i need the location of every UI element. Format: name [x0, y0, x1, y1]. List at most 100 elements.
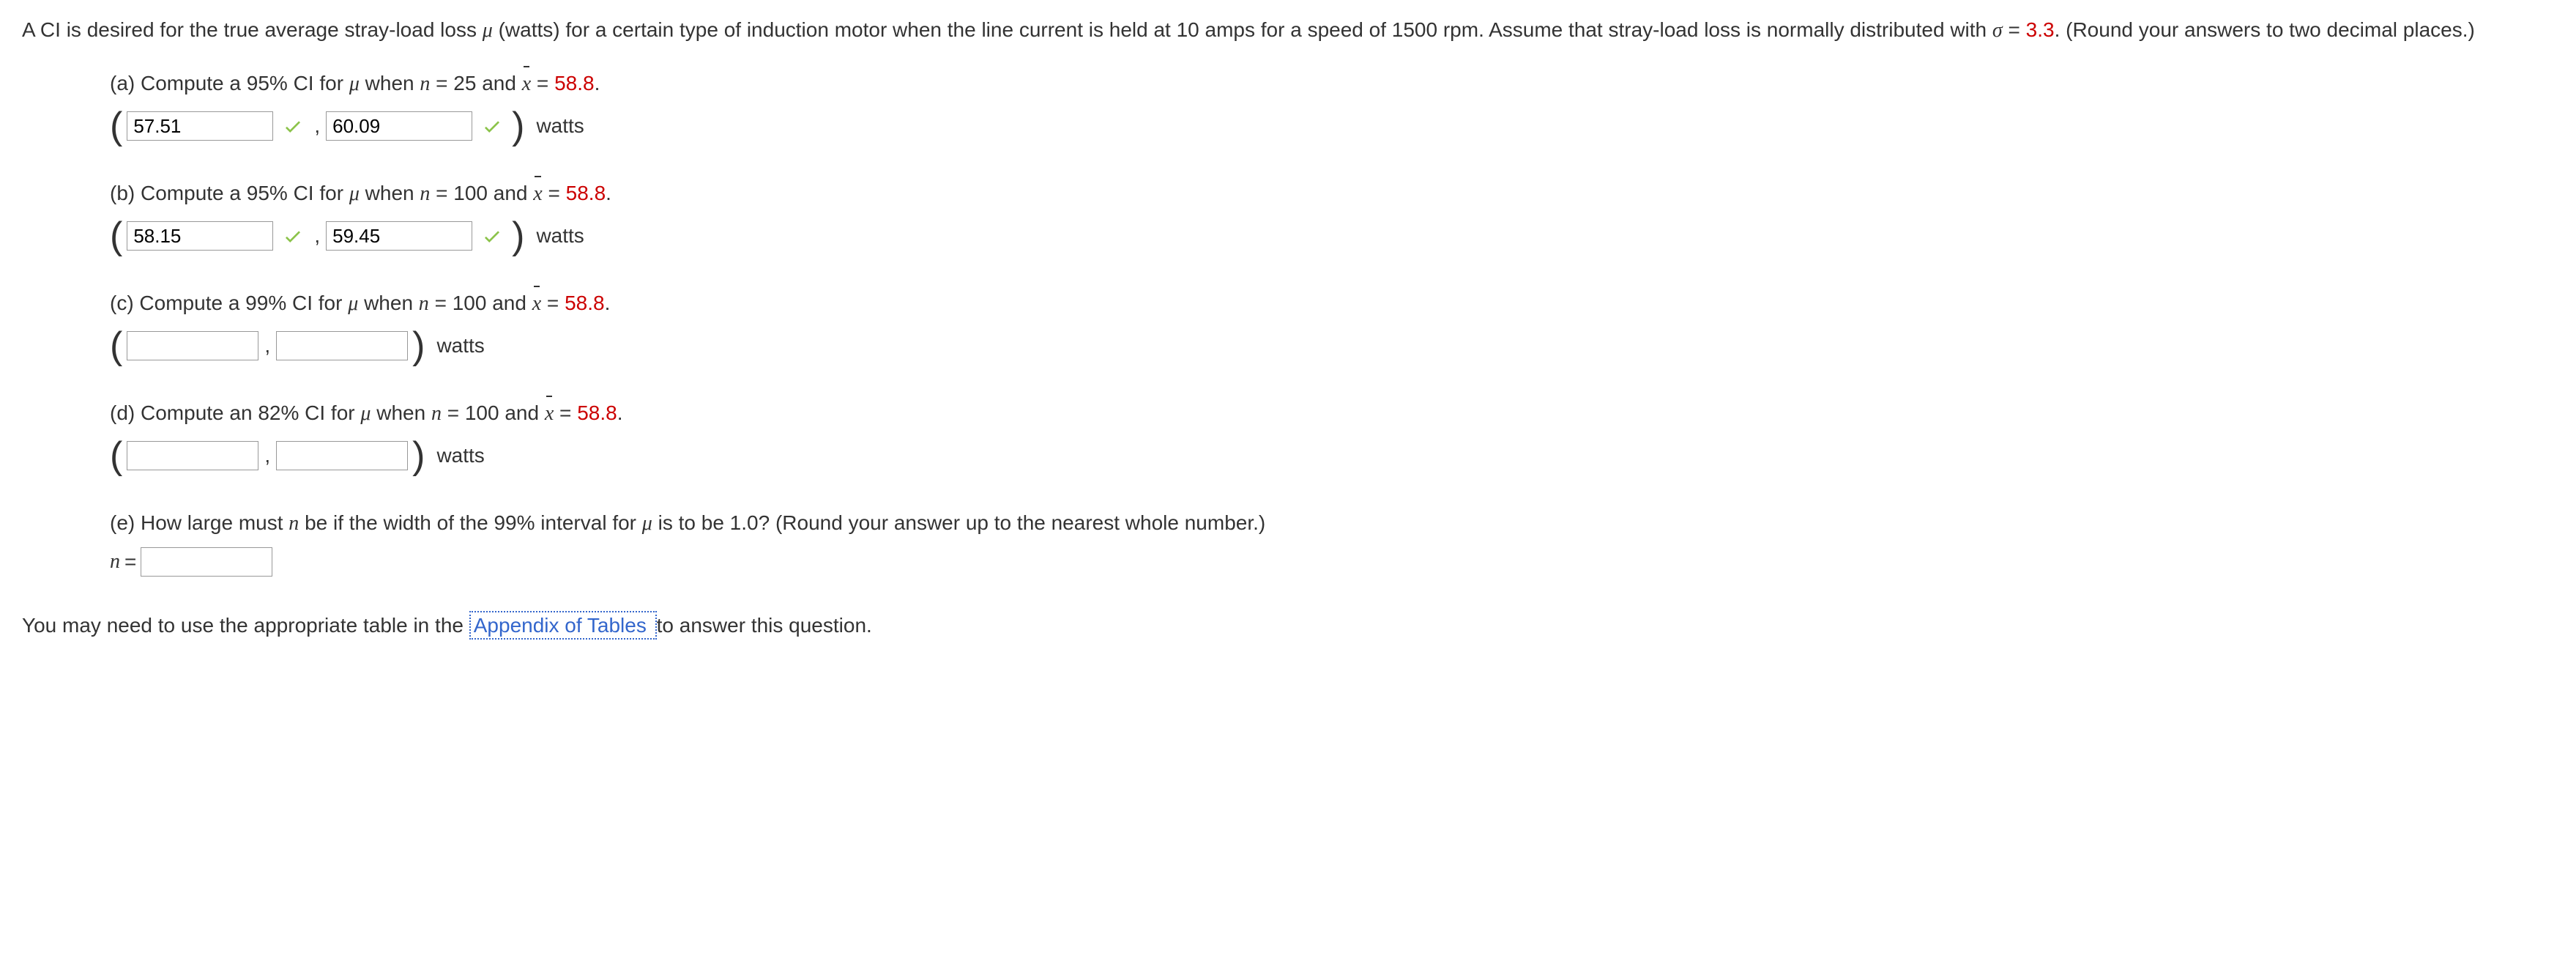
part-e: (e) How large must n be if the width of …	[110, 508, 2554, 577]
unit-c: watts	[436, 330, 484, 361]
part-c-upper-input[interactable]	[276, 331, 408, 360]
xbar-a: x	[522, 69, 531, 100]
part-d: (d) Compute an 82% CI for μ when n = 100…	[110, 398, 2554, 475]
left-paren-d: (	[110, 437, 122, 475]
check-icon	[481, 115, 503, 137]
part-e-rest: be if the width of the 99% interval for	[299, 511, 641, 534]
part-d-answer: ( , ) watts	[110, 437, 2554, 475]
part-e-answer: n =	[110, 547, 2554, 577]
left-paren-b: (	[110, 217, 122, 255]
period-a: .	[595, 72, 600, 95]
part-e-input[interactable]	[141, 547, 272, 577]
part-e-prompt: (e) How large must n be if the width of …	[110, 508, 2554, 539]
right-paren-d: )	[412, 437, 425, 475]
part-a-label: (a) Compute a 95% CI for	[110, 72, 349, 95]
x-val-b: 58.8	[566, 182, 606, 204]
xbar-c: x	[532, 289, 541, 319]
n-var-c: n	[419, 292, 429, 315]
sigma-value: 3.3	[2026, 18, 2055, 41]
part-b-label: (b) Compute a 95% CI for	[110, 182, 349, 204]
unit-a: watts	[536, 111, 584, 141]
unit-b: watts	[536, 221, 584, 251]
part-c-prompt: (c) Compute a 99% CI for μ when n = 100 …	[110, 288, 2554, 319]
period-d: .	[617, 401, 623, 424]
left-paren-a: (	[110, 107, 122, 145]
part-b-upper-input[interactable]	[326, 221, 472, 251]
n-var-e: n	[289, 512, 299, 535]
footer-note: You may need to use the appropriate tabl…	[22, 610, 2554, 641]
part-a-lower-input[interactable]	[127, 111, 273, 141]
part-c: (c) Compute a 99% CI for μ when n = 100 …	[110, 288, 2554, 365]
part-b-lower-input[interactable]	[127, 221, 273, 251]
n-var-d: n	[431, 402, 442, 425]
n-eq-a: = 25 and	[430, 72, 521, 95]
part-a-upper-input[interactable]	[326, 111, 472, 141]
part-b-answer: ( , ) watts	[110, 217, 2554, 255]
x-val-d: 58.8	[577, 401, 617, 424]
x-eq-a: =	[531, 72, 554, 95]
part-e-label: (e) How large must	[110, 511, 289, 534]
part-d-when: when	[371, 401, 431, 424]
intro-eq: =	[2003, 18, 2026, 41]
part-e-rest2: is to be 1.0? (Round your answer up to t…	[652, 511, 1265, 534]
part-c-answer: ( , ) watts	[110, 327, 2554, 365]
intro-text-1: A CI is desired for the true average str…	[22, 18, 483, 41]
mu-symbol-b: μ	[349, 182, 360, 205]
n-var-b: n	[420, 182, 430, 205]
part-a-prompt: (a) Compute a 95% CI for μ when n = 25 a…	[110, 68, 2554, 100]
intro-text-2: (watts) for a certain type of induction …	[493, 18, 1992, 41]
comma-a: ,	[314, 111, 320, 141]
part-b: (b) Compute a 95% CI for μ when n = 100 …	[110, 178, 2554, 255]
footer-text-2: to answer this question.	[657, 614, 872, 637]
x-eq-b: =	[543, 182, 566, 204]
part-a-when: when	[360, 72, 420, 95]
xbar-d: x	[545, 399, 554, 429]
comma-c: ,	[264, 330, 270, 361]
part-d-prompt: (d) Compute an 82% CI for μ when n = 100…	[110, 398, 2554, 429]
sigma-symbol: σ	[1992, 19, 2003, 42]
x-eq-c: =	[541, 292, 565, 314]
part-c-label: (c) Compute a 99% CI for	[110, 292, 348, 314]
check-icon	[481, 225, 503, 247]
check-icon	[282, 115, 304, 137]
period-b: .	[606, 182, 611, 204]
right-paren-c: )	[412, 327, 425, 365]
mu-symbol: μ	[483, 19, 493, 42]
appendix-link-text: Appendix of Tables	[474, 614, 652, 637]
mu-symbol-a: μ	[349, 73, 360, 95]
intro-text-3: . (Round your answers to two decimal pla…	[2055, 18, 2475, 41]
check-icon	[282, 225, 304, 247]
x-eq-d: =	[554, 401, 577, 424]
left-paren-c: (	[110, 327, 122, 365]
part-b-prompt: (b) Compute a 95% CI for μ when n = 100 …	[110, 178, 2554, 210]
right-paren-b: )	[512, 217, 524, 255]
unit-d: watts	[436, 440, 484, 471]
x-val-c: 58.8	[565, 292, 605, 314]
problem-intro: A CI is desired for the true average str…	[22, 15, 2554, 46]
comma-d: ,	[264, 440, 270, 471]
n-var-a: n	[420, 73, 430, 95]
x-val-a: 58.8	[554, 72, 595, 95]
part-c-lower-input[interactable]	[127, 331, 258, 360]
xbar-b: x	[533, 179, 542, 210]
part-b-when: when	[360, 182, 420, 204]
part-c-when: when	[358, 292, 419, 314]
comma-b: ,	[314, 221, 320, 251]
part-a: (a) Compute a 95% CI for μ when n = 25 a…	[110, 68, 2554, 145]
mu-symbol-d: μ	[360, 402, 371, 425]
n-eq-b: = 100 and	[430, 182, 533, 204]
right-paren-a: )	[512, 107, 524, 145]
mu-symbol-c: μ	[348, 292, 358, 315]
n-eq-d: = 100 and	[442, 401, 545, 424]
part-d-lower-input[interactable]	[127, 441, 258, 470]
footer-text-1: You may need to use the appropriate tabl…	[22, 614, 469, 637]
period-c: .	[605, 292, 611, 314]
mu-symbol-e: μ	[642, 512, 652, 535]
n-eq-e: n	[110, 547, 120, 577]
eq-sign-e: =	[124, 547, 136, 577]
part-d-upper-input[interactable]	[276, 441, 408, 470]
n-eq-c: = 100 and	[429, 292, 532, 314]
part-d-label: (d) Compute an 82% CI for	[110, 401, 360, 424]
part-a-answer: ( , ) watts	[110, 107, 2554, 145]
appendix-link[interactable]: Appendix of Tables	[469, 611, 657, 640]
